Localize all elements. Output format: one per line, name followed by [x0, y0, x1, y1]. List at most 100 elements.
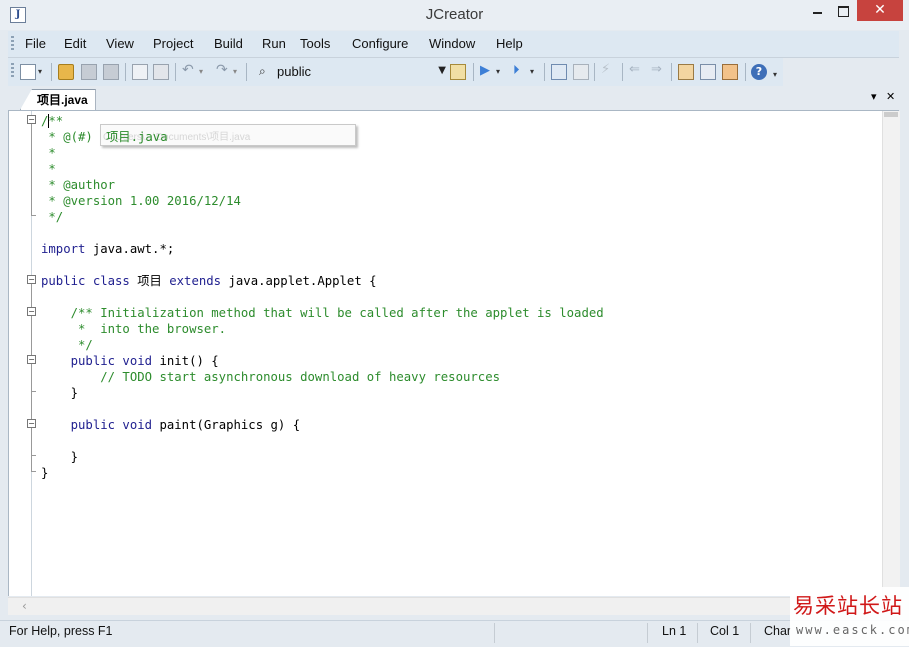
- fold-end: [31, 455, 36, 456]
- code-line[interactable]: /** Initialization method that will be c…: [41, 305, 604, 321]
- code-line[interactable]: public void init() {: [41, 353, 604, 369]
- options-icon[interactable]: [722, 64, 738, 80]
- code-line[interactable]: *: [41, 161, 604, 177]
- code-line[interactable]: *: [41, 145, 604, 161]
- chevron-down-icon[interactable]: ▼: [438, 65, 446, 76]
- watermark-title: 易采站长站: [793, 594, 903, 618]
- fold-end: [31, 391, 36, 392]
- minimize-button[interactable]: [804, 0, 830, 21]
- code-token: */: [41, 338, 93, 352]
- code-line[interactable]: public void paint(Graphics g) {: [41, 417, 604, 433]
- redo-icon[interactable]: ↷: [216, 62, 232, 78]
- search-combo[interactable]: ⌕ public ▼: [256, 62, 450, 82]
- title-bar[interactable]: J JCreator ✕: [0, 0, 909, 30]
- toolbar-overflow-icon[interactable]: ▾: [773, 70, 781, 86]
- code-token: public void: [41, 354, 153, 368]
- new-file-icon[interactable]: [20, 64, 36, 80]
- code-line[interactable]: [41, 289, 604, 305]
- paste-icon[interactable]: [153, 64, 169, 80]
- open-folder-icon[interactable]: [58, 64, 74, 80]
- toolbar-grip-icon[interactable]: [11, 63, 14, 79]
- code-token: public void: [41, 418, 153, 432]
- view-icon[interactable]: [678, 64, 694, 80]
- scroll-left-icon[interactable]: ‹: [22, 599, 27, 613]
- status-line: Ln 1: [662, 624, 687, 638]
- menu-tools[interactable]: Tools: [300, 36, 330, 51]
- run-dropdown-icon[interactable]: ▾: [496, 67, 504, 83]
- code-line[interactable]: * @version 1.00 2016/12/14: [41, 193, 604, 209]
- code-token: extends: [169, 274, 222, 288]
- tab-project-java[interactable]: 项目.java: [20, 89, 96, 110]
- save-all-icon[interactable]: [103, 64, 119, 80]
- close-icon: ✕: [874, 2, 886, 18]
- code-token: */: [41, 210, 64, 224]
- back-icon[interactable]: ⇐: [629, 62, 645, 78]
- fold-line: [31, 124, 32, 215]
- code-line[interactable]: }: [41, 465, 604, 481]
- debug-icon[interactable]: ⚡: [601, 62, 617, 78]
- code-text[interactable]: /** * @(#) * * * @author * @version 1.00…: [41, 113, 604, 481]
- close-button[interactable]: ✕: [857, 0, 903, 21]
- code-line[interactable]: import java.awt.*;: [41, 241, 604, 257]
- close-tab-icon[interactable]: ✕: [886, 90, 895, 103]
- code-token: paint(Graphics g) {: [152, 418, 301, 432]
- vertical-scrollbar[interactable]: [882, 111, 900, 596]
- project-icon[interactable]: [700, 64, 716, 80]
- forward-icon[interactable]: ⇒: [651, 62, 667, 78]
- run-icon[interactable]: ▶: [480, 63, 496, 79]
- find-in-files-icon[interactable]: [450, 64, 466, 80]
- menu-window[interactable]: Window: [429, 36, 475, 51]
- menu-configure[interactable]: Configure: [352, 36, 408, 51]
- filename-tooltip: C:\Users\...\Documents\项目.java 项目.java: [100, 124, 356, 146]
- code-line[interactable]: }: [41, 449, 604, 465]
- code-line[interactable]: [41, 225, 604, 241]
- find-icon[interactable]: ⌕: [259, 64, 266, 79]
- status-divider: [697, 623, 698, 643]
- code-line[interactable]: public class 项目 extends java.applet.Appl…: [41, 273, 604, 289]
- fold-toggle-icon[interactable]: −: [27, 419, 36, 428]
- undo-icon[interactable]: ↶: [182, 62, 198, 78]
- code-line[interactable]: [41, 257, 604, 273]
- toolbar-separator: [51, 63, 52, 81]
- save-icon[interactable]: [81, 64, 97, 80]
- code-line[interactable]: */: [41, 209, 604, 225]
- menu-file[interactable]: File: [25, 36, 46, 51]
- help-icon[interactable]: ?: [751, 64, 767, 80]
- code-token: init() {: [152, 354, 219, 368]
- menu-project[interactable]: Project: [153, 36, 193, 51]
- menu-help[interactable]: Help: [496, 36, 523, 51]
- redo-dropdown-icon[interactable]: ▾: [233, 67, 241, 83]
- menu-view[interactable]: View: [106, 36, 134, 51]
- menu-grip-icon[interactable]: [11, 36, 14, 52]
- fold-toggle-icon[interactable]: −: [27, 275, 36, 284]
- toolbar-separator: [594, 63, 595, 81]
- code-line[interactable]: * into the browser.: [41, 321, 604, 337]
- compile-icon[interactable]: [551, 64, 567, 80]
- code-line[interactable]: [41, 401, 604, 417]
- fold-toggle-icon[interactable]: −: [27, 115, 36, 124]
- menu-run[interactable]: Run: [262, 36, 286, 51]
- code-token: }: [41, 386, 79, 400]
- fold-toggle-icon[interactable]: −: [27, 355, 36, 364]
- scrollbar-thumb[interactable]: [884, 112, 898, 117]
- code-line[interactable]: */: [41, 337, 604, 353]
- horizontal-scrollbar[interactable]: ‹: [8, 597, 899, 615]
- menu-edit[interactable]: Edit: [64, 36, 86, 51]
- new-dropdown-icon[interactable]: ▾: [38, 67, 46, 83]
- maximize-button[interactable]: [830, 0, 856, 21]
- window-title: JCreator: [425, 6, 484, 23]
- run-project-dropdown-icon[interactable]: ▾: [530, 67, 538, 83]
- code-line[interactable]: * @author: [41, 177, 604, 193]
- code-line[interactable]: }: [41, 385, 604, 401]
- menu-build[interactable]: Build: [214, 36, 243, 51]
- tab-list-icon[interactable]: ▾: [871, 90, 877, 103]
- fold-toggle-icon[interactable]: −: [27, 307, 36, 316]
- undo-dropdown-icon[interactable]: ▾: [199, 67, 207, 83]
- code-token: public class: [41, 274, 130, 288]
- code-line[interactable]: [41, 433, 604, 449]
- copy-icon[interactable]: [132, 64, 148, 80]
- compile-project-icon[interactable]: [573, 64, 589, 80]
- code-editor[interactable]: − − − − − /** * @(#) * * * @author * @ve…: [8, 111, 900, 596]
- code-line[interactable]: // TODO start asynchronous download of h…: [41, 369, 604, 385]
- run-project-icon[interactable]: ⏵: [513, 63, 529, 79]
